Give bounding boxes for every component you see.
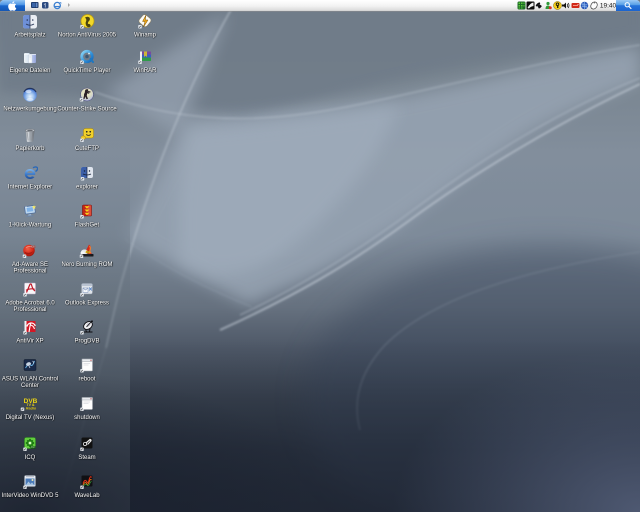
svg-text:Radio: Radio [26,407,37,411]
svg-text:PRO: PRO [31,447,36,449]
svg-text:se: se [30,244,36,249]
